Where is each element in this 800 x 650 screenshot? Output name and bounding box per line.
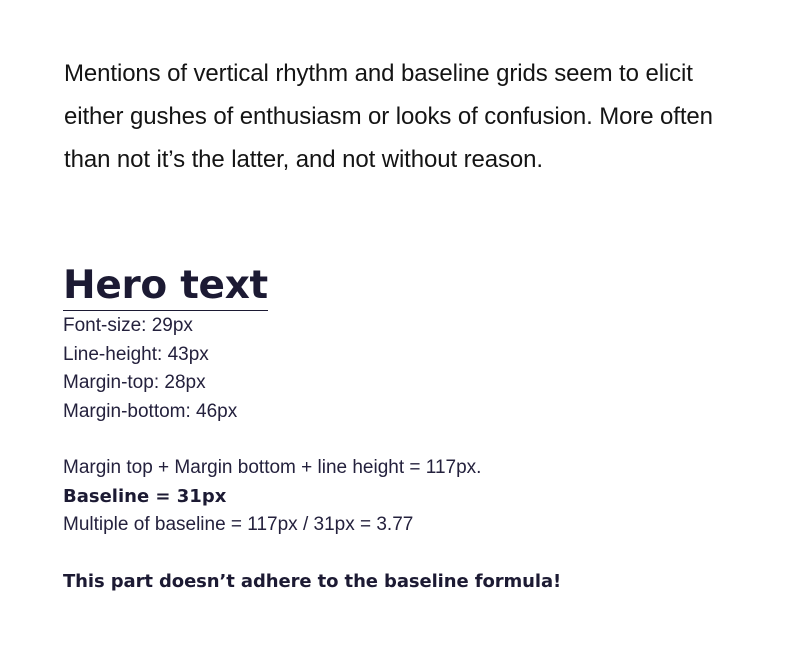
baseline-value: Baseline = 31px: [63, 485, 227, 507]
spec-margin-top: Margin-top: 28px: [63, 372, 206, 393]
hero-specs-list: Font-size: 29px Line-height: 43px Margin…: [63, 312, 237, 426]
spec-line-height: Line-height: 43px: [63, 343, 209, 365]
intro-paragraph: Mentions of vertical rhythm and baseline…: [64, 60, 713, 173]
spec-font-size: Font-size: 29px: [63, 315, 193, 336]
baseline-warning-note: This part doesn’t adhere to the baseline…: [63, 571, 562, 592]
spec-margin-bottom: Margin-bottom: 46px: [63, 400, 238, 422]
calculation-sum: Margin top + Margin bottom + line height…: [63, 457, 482, 478]
hero-section: Hero text: [63, 262, 268, 311]
calculation-block: Margin top + Margin bottom + line height…: [63, 454, 481, 540]
hero-title: Hero text: [63, 262, 268, 311]
baseline-multiple: Multiple of baseline = 117px / 31px = 3.…: [63, 514, 414, 535]
